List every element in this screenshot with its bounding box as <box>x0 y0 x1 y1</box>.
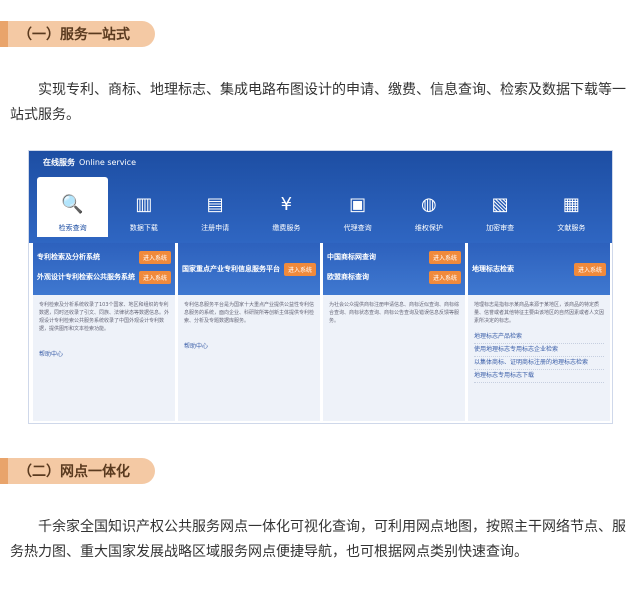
enter-system-button[interactable]: 进入系统 <box>428 270 461 284</box>
list-item[interactable]: 地理标志产品检索 <box>474 331 604 344</box>
briefcase-icon: ▣ <box>349 193 367 215</box>
section-1-text: 实现专利、商标、地理标志、集成电路布图设计的申请、缴费、信息查询、检索及数据下载… <box>10 82 626 123</box>
tab-register[interactable]: ▤ 注册申请 <box>180 177 251 237</box>
panel-header: 在线服务 Online service 🔍 检索查询 ▥ 数据下载 ▤ 注册申请 ¥ 缴费… <box>29 151 612 243</box>
section-2-text: 千余家全国知识产权公共服务网点一体化可视化查询，可利用网点地图，按照主干网络节点… <box>10 519 626 560</box>
chart-icon: ▥ <box>135 193 153 215</box>
enter-system-button[interactable]: 进入系统 <box>428 250 461 264</box>
document-icon: ▦ <box>562 193 580 215</box>
help-center-link[interactable]: 帮助中心 <box>184 343 314 351</box>
section-1-title: （一）服务一站式 <box>8 21 155 47</box>
monitor-icon: ▧ <box>491 193 509 215</box>
panel-title: 在线服务 Online service <box>43 157 136 168</box>
list-item[interactable]: 使用地理标志专用标志企业检索 <box>474 344 604 357</box>
section-2-title: （二）网点一体化 <box>8 458 155 484</box>
section-1-header: （一）服务一站式 <box>0 21 155 47</box>
column-description: 专利信息服务平台是为国家十大重点产业提供公益性专利信息服务的系统，面向企业、科研… <box>184 302 315 324</box>
enter-system-button[interactable]: 进入系统 <box>283 262 316 276</box>
online-service-panel: 在线服务 Online service 🔍 检索查询 ▥ 数据下载 ▤ 注册申请 ¥ 缴费… <box>28 150 613 424</box>
enter-system-button[interactable]: 进入系统 <box>138 250 171 264</box>
header-accent-bar <box>0 458 8 484</box>
enter-system-button[interactable]: 进入系统 <box>573 262 606 276</box>
form-icon: ▤ <box>206 193 224 215</box>
panel-title-cn: 在线服务 <box>43 158 75 167</box>
tab-fee[interactable]: ¥ 缴费服务 <box>251 177 322 237</box>
tab-secure[interactable]: ▧ 加密审查 <box>465 177 536 237</box>
service-column: 专利检索及分析系统 进入系统 外观设计专利检索公共服务系统 进入系统 专利检索及分析… <box>33 243 175 421</box>
column-description: 专利检索及分析系统收录了103个国家、地区和组织的专利数据，同时还收录了引文、同… <box>39 302 170 332</box>
tab-download[interactable]: ▥ 数据下载 <box>108 177 179 237</box>
service-column: 中国商标网查询 进入系统 欧盟商标查询 进入系统 为社会公众提供商标注册申请信息、商… <box>323 243 465 421</box>
hand-money-icon: ¥ <box>280 193 293 215</box>
section-2-header: （二）网点一体化 <box>0 458 155 484</box>
list-item[interactable]: 地理标志专用标志下载 <box>474 370 604 383</box>
service-column: 国家重点产业专利信息服务平台 进入系统 专利信息服务平台是为国家十大重点产业提供公… <box>178 243 320 421</box>
tab-agent[interactable]: ▣ 代理查询 <box>322 177 393 237</box>
column-description: 为社会公众提供商标注册申请信息、商标近似查询、商标综合查询、商标状态查询、商标公… <box>329 302 460 324</box>
panel-title-en: Online service <box>79 158 137 167</box>
enter-system-button[interactable]: 进入系统 <box>138 270 171 284</box>
globe-icon: ◍ <box>421 193 437 215</box>
service-columns: 专利检索及分析系统 进入系统 外观设计专利检索公共服务系统 进入系统 专利检索及分析… <box>33 243 610 421</box>
search-doc-icon: 🔍 <box>61 193 84 215</box>
service-tabs: 🔍 检索查询 ▥ 数据下载 ▤ 注册申请 ¥ 缴费服务 ▣ 代理查询 ◍ 维权保护 ▧ 加密审… <box>37 177 607 237</box>
service-column: 地理标志检索 进入系统 地理标志是指标示某商品来源于某地区，该商品的特定质量、信誉… <box>468 243 610 421</box>
tab-protect[interactable]: ◍ 维权保护 <box>393 177 464 237</box>
help-center-link[interactable]: 帮助中心 <box>39 351 169 359</box>
tab-search[interactable]: 🔍 检索查询 <box>37 177 109 237</box>
header-accent-bar <box>0 21 8 47</box>
list-item[interactable]: 以集体商标、证明商标注册的地理标志检索 <box>474 357 604 370</box>
tab-literature[interactable]: ▦ 文献服务 <box>536 177 607 237</box>
column-description: 地理标志是指标示某商品来源于某地区，该商品的特定质量、信誉或者其他特征主要由该地… <box>474 302 605 324</box>
gi-link-list: 地理标志产品检索 使用地理标志专用标志企业检索 以集体商标、证明商标注册的地理标… <box>468 331 610 383</box>
